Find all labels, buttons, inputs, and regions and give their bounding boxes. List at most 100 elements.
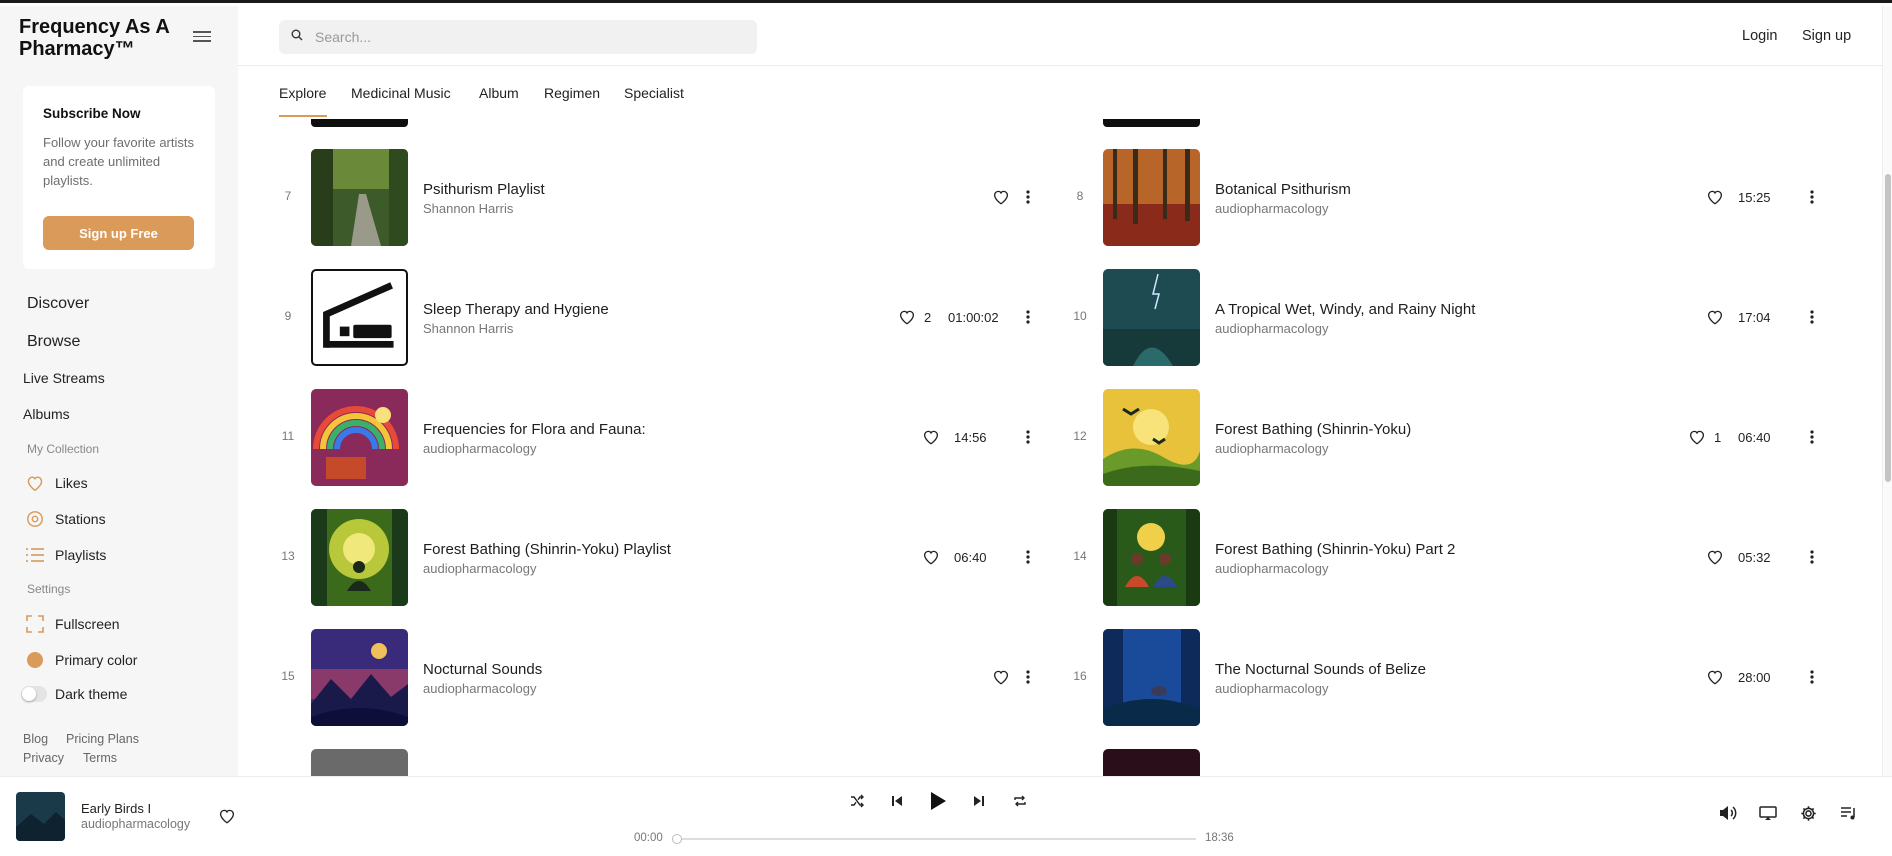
track-artist[interactable]: audiopharmacology: [1215, 561, 1328, 576]
tab-explore[interactable]: Explore: [279, 85, 326, 101]
track-artist[interactable]: Shannon Harris: [423, 201, 513, 216]
volume-icon[interactable]: [1718, 803, 1738, 823]
track-artist[interactable]: audiopharmacology: [1215, 441, 1328, 456]
more-options-icon[interactable]: [1018, 187, 1038, 207]
track-artwork[interactable]: [311, 509, 408, 606]
track-artwork[interactable]: [1103, 149, 1200, 246]
track-artist[interactable]: audiopharmacology: [1215, 681, 1328, 696]
search-box[interactable]: [279, 20, 757, 54]
progress-bar[interactable]: [672, 834, 1196, 844]
track-title[interactable]: Forest Bathing (Shinrin-Yoku) Part 2: [1215, 541, 1455, 558]
sidebar-item-albums[interactable]: Albums: [23, 406, 70, 422]
now-playing-artwork[interactable]: [16, 792, 65, 841]
track-title[interactable]: Frequencies for Flora and Fauna:: [423, 421, 646, 438]
track-title[interactable]: Forest Bathing (Shinrin-Yoku): [1215, 421, 1411, 438]
track-title[interactable]: Botanical Psithurism: [1215, 181, 1351, 198]
more-options-icon[interactable]: [1802, 547, 1822, 567]
tab-specialist[interactable]: Specialist: [624, 85, 684, 101]
play-button-icon[interactable]: [926, 789, 950, 813]
track-artist[interactable]: Shannon Harris: [423, 321, 513, 336]
now-playing-artist[interactable]: audiopharmacology: [81, 817, 190, 831]
more-options-icon[interactable]: [1802, 187, 1822, 207]
track-row[interactable]: 8 Botanical Psithurism audiopharmacology…: [1070, 149, 1822, 246]
scrollbar-thumb[interactable]: [1885, 174, 1891, 482]
track-artwork[interactable]: [311, 389, 408, 486]
search-input[interactable]: [315, 29, 715, 45]
track-row[interactable]: 14 Forest Bathing (Shinrin-Yoku) Part 2 …: [1070, 509, 1822, 606]
brand-logo[interactable]: Frequency As A Pharmacy™: [19, 16, 179, 60]
track-row[interactable]: 13 Forest Bathing (Shinrin-Yoku) Playlis…: [278, 509, 1038, 606]
track-title[interactable]: Psithurism Playlist: [423, 181, 545, 198]
track-row[interactable]: 9 Sleep Therapy and Hygiene Shannon Harr…: [278, 269, 1038, 366]
repeat-icon[interactable]: [1012, 793, 1028, 809]
track-artwork[interactable]: [311, 269, 408, 366]
more-options-icon[interactable]: [1802, 307, 1822, 327]
like-heart-icon[interactable]: [922, 428, 940, 446]
shuffle-icon[interactable]: [849, 793, 865, 809]
track-row[interactable]: 11 Frequencies for Flora and Fauna: audi…: [278, 389, 1038, 486]
track-artist[interactable]: audiopharmacology: [1215, 201, 1328, 216]
sidebar-item-stations[interactable]: Stations: [25, 509, 106, 529]
track-row[interactable]: 16 The Nocturnal Sounds of Belize audiop…: [1070, 629, 1822, 726]
footer-link-blog[interactable]: Blog: [23, 732, 48, 746]
vertical-scrollbar[interactable]: [1882, 6, 1892, 776]
tab-medicinal-music[interactable]: Medicinal Music: [351, 85, 451, 101]
track-artwork[interactable]: [1103, 509, 1200, 606]
toggle-switch[interactable]: [21, 686, 47, 702]
like-heart-icon[interactable]: [1706, 188, 1724, 206]
track-artwork[interactable]: [311, 629, 408, 726]
track-title[interactable]: A Tropical Wet, Windy, and Rainy Night: [1215, 301, 1475, 318]
track-artist[interactable]: audiopharmacology: [1215, 321, 1328, 336]
like-heart-icon[interactable]: [218, 807, 236, 825]
tab-album[interactable]: Album: [479, 85, 519, 101]
track-row[interactable]: 10 A Tropical Wet, Windy, and Rainy Nigh…: [1070, 269, 1822, 366]
track-artist[interactable]: audiopharmacology: [423, 561, 536, 576]
track-artwork[interactable]: [1103, 389, 1200, 486]
tab-regimen[interactable]: Regimen: [544, 85, 600, 101]
track-title[interactable]: Nocturnal Sounds: [423, 661, 542, 678]
track-title[interactable]: Forest Bathing (Shinrin-Yoku) Playlist: [423, 541, 671, 558]
next-track-icon[interactable]: [971, 793, 987, 809]
track-title[interactable]: Sleep Therapy and Hygiene: [423, 301, 609, 318]
like-heart-icon[interactable]: [1706, 548, 1724, 566]
sidebar-item-discover[interactable]: Discover: [27, 295, 89, 313]
login-link[interactable]: Login: [1742, 28, 1777, 44]
track-row[interactable]: 12 Forest Bathing (Shinrin-Yoku) audioph…: [1070, 389, 1822, 486]
like-heart-icon[interactable]: [1706, 308, 1724, 326]
menu-toggle-icon[interactable]: [193, 31, 211, 42]
track-row[interactable]: 7 Psithurism Playlist Shannon Harris: [278, 149, 1038, 246]
like-heart-icon[interactable]: [898, 308, 916, 326]
queue-list-icon[interactable]: [1838, 803, 1858, 823]
track-row[interactable]: 15 Nocturnal Sounds audiopharmacology: [278, 629, 1038, 726]
signup-free-button[interactable]: Sign up Free: [43, 216, 194, 250]
more-options-icon[interactable]: [1018, 307, 1038, 327]
track-artist[interactable]: audiopharmacology: [423, 681, 536, 696]
sidebar-item-primary-color[interactable]: Primary color: [25, 650, 137, 670]
track-artwork[interactable]: [1103, 629, 1200, 726]
track-artwork[interactable]: [1103, 269, 1200, 366]
now-playing-title[interactable]: Early Birds I: [81, 801, 151, 816]
footer-link-terms[interactable]: Terms: [83, 751, 117, 765]
sidebar-item-live-streams[interactable]: Live Streams: [23, 370, 105, 386]
more-options-icon[interactable]: [1802, 667, 1822, 687]
like-heart-icon[interactable]: [922, 548, 940, 566]
more-options-icon[interactable]: [1018, 667, 1038, 687]
sidebar-item-browse[interactable]: Browse: [27, 333, 80, 351]
sidebar-item-playlists[interactable]: Playlists: [25, 545, 106, 565]
footer-link-pricing[interactable]: Pricing Plans: [66, 732, 139, 746]
like-heart-icon[interactable]: [1688, 428, 1706, 446]
track-artist[interactable]: audiopharmacology: [423, 441, 536, 456]
track-title[interactable]: The Nocturnal Sounds of Belize: [1215, 661, 1426, 678]
previous-track-icon[interactable]: [889, 793, 905, 809]
settings-gear-icon[interactable]: [1798, 803, 1818, 823]
signup-link[interactable]: Sign up: [1802, 28, 1851, 44]
more-options-icon[interactable]: [1018, 427, 1038, 447]
sidebar-item-likes[interactable]: Likes: [25, 473, 88, 493]
cast-screen-icon[interactable]: [1758, 803, 1778, 823]
more-options-icon[interactable]: [1802, 427, 1822, 447]
track-artwork[interactable]: [311, 149, 408, 246]
like-heart-icon[interactable]: [992, 668, 1010, 686]
like-heart-icon[interactable]: [1706, 668, 1724, 686]
sidebar-item-fullscreen[interactable]: Fullscreen: [25, 614, 120, 634]
dark-theme-toggle[interactable]: Dark theme: [21, 686, 127, 702]
